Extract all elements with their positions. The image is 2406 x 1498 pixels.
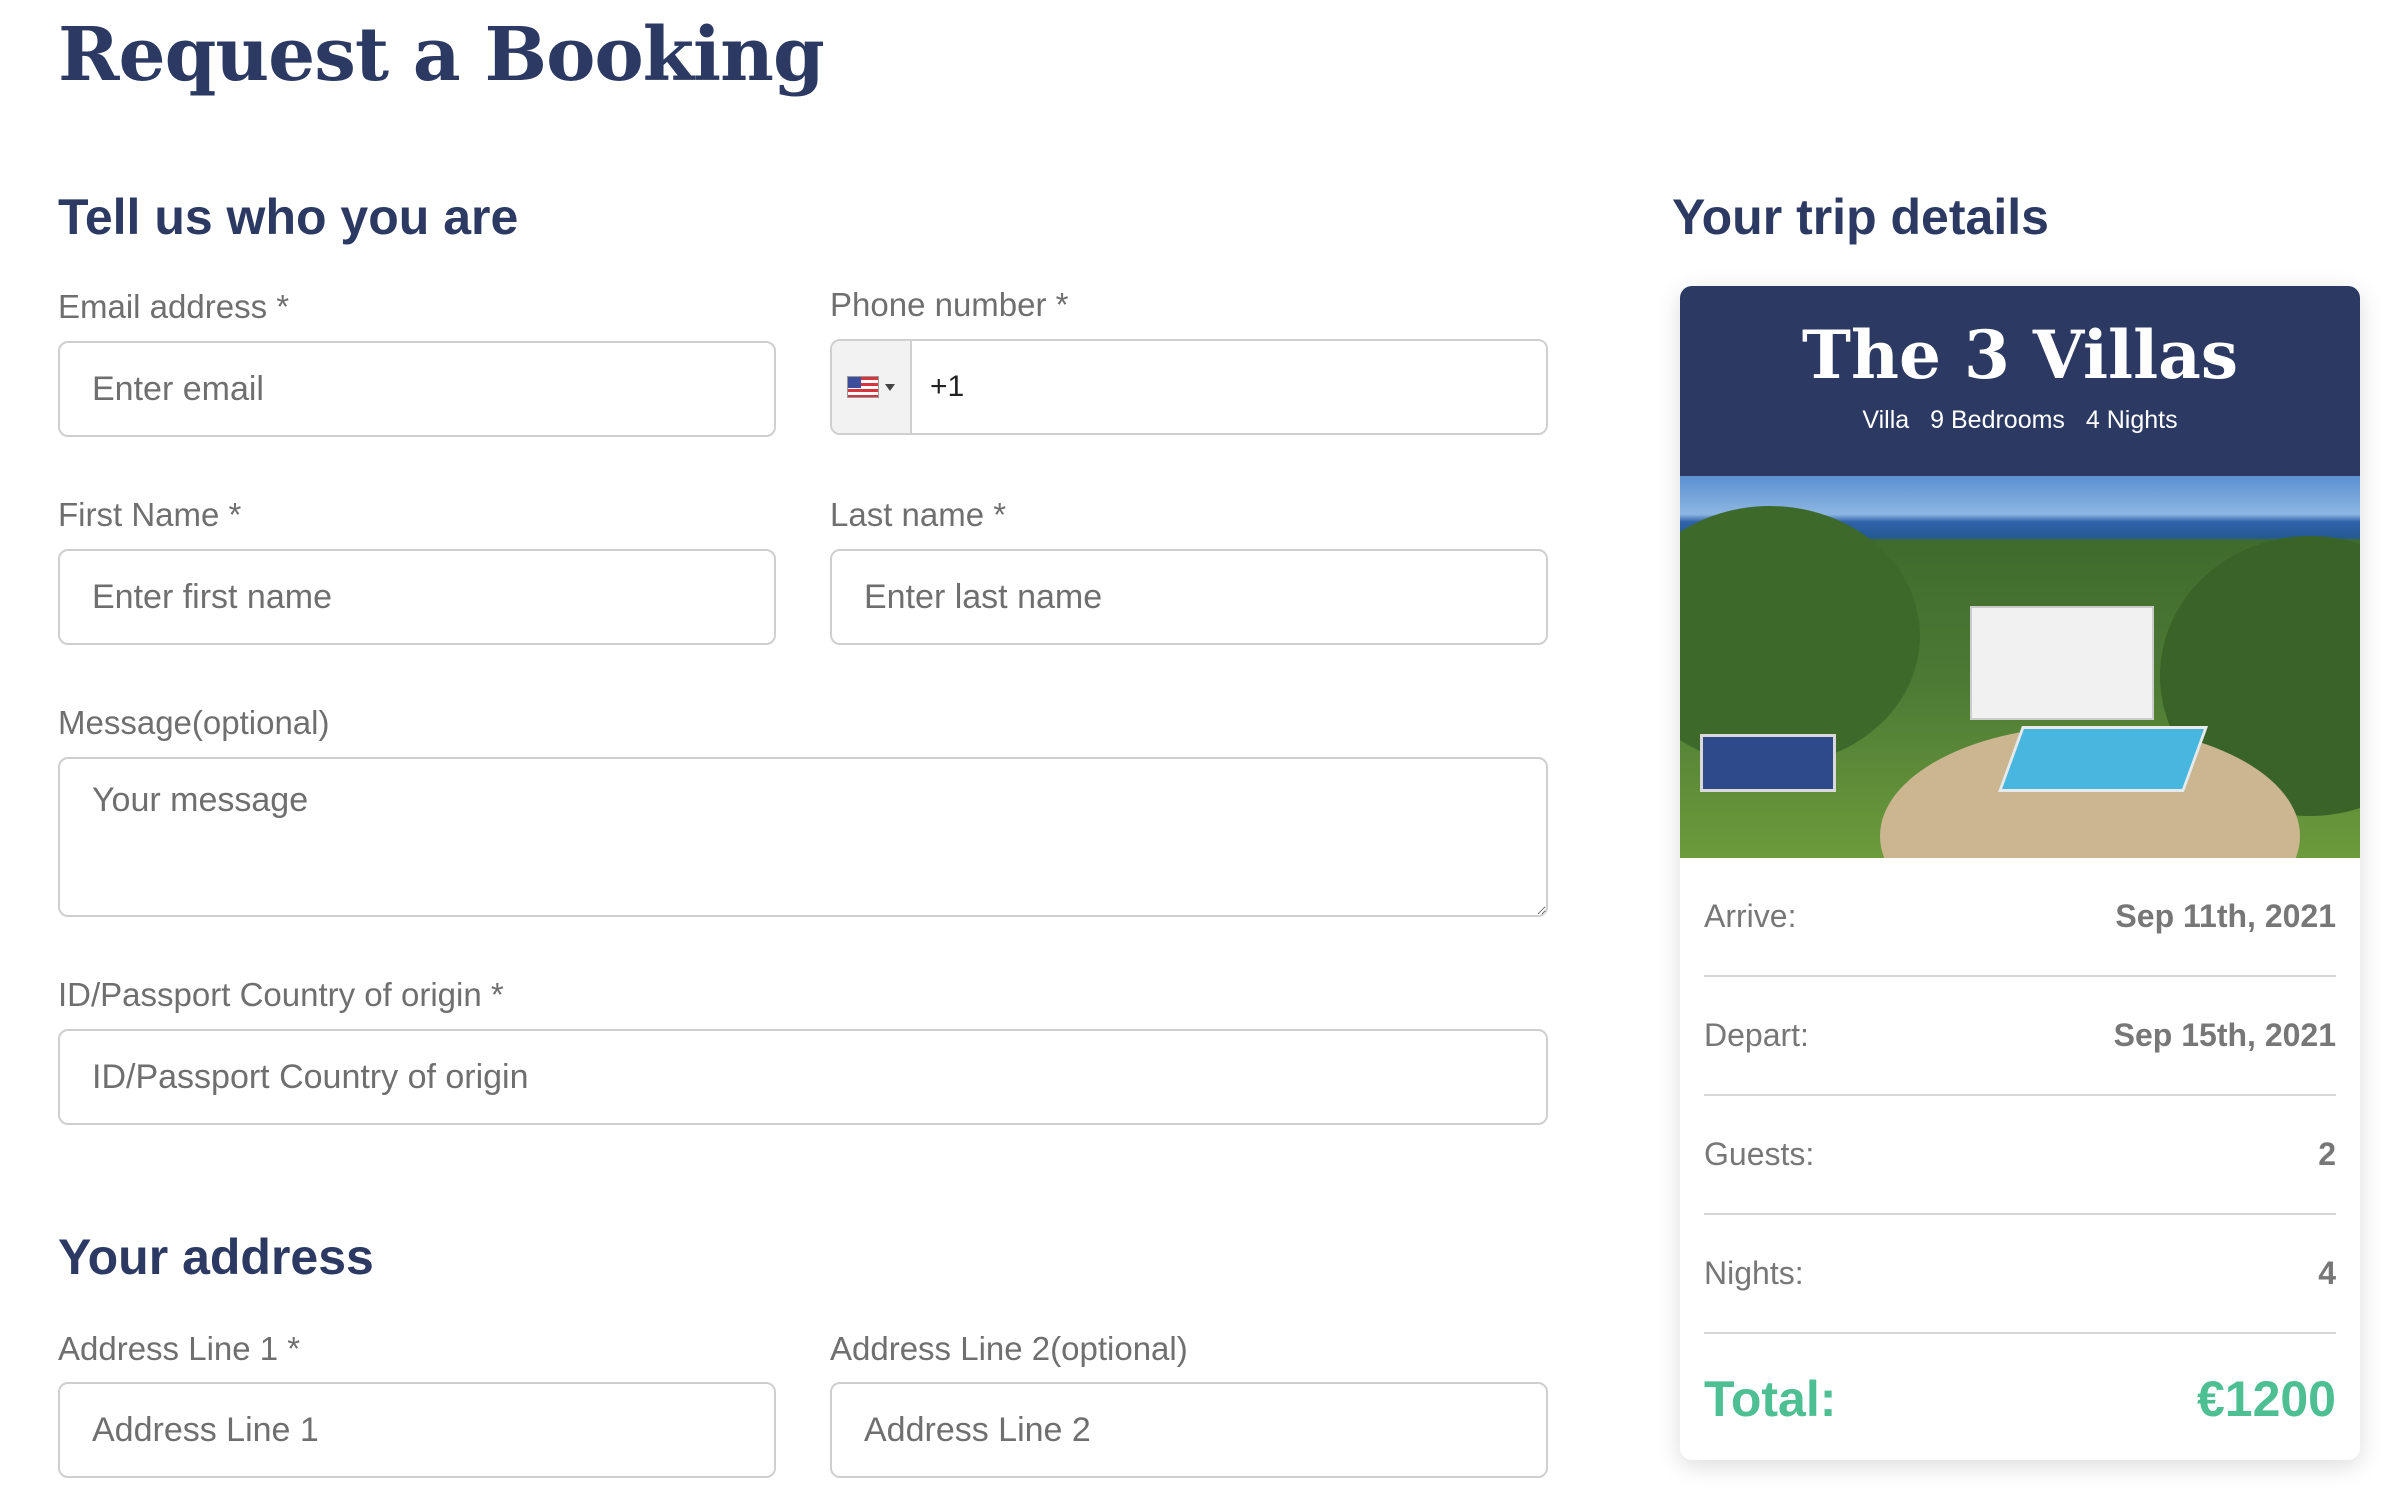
- passport-country-label: ID/Passport Country of origin *: [58, 976, 504, 1013]
- villa-sign: [1700, 734, 1836, 792]
- first-name-label: First Name *: [58, 496, 242, 533]
- villa-photo: [1680, 476, 2360, 858]
- email-input[interactable]: [58, 341, 776, 437]
- address-line1-input[interactable]: [58, 1382, 776, 1478]
- villa-building: [1970, 606, 2154, 720]
- country-code-dropdown[interactable]: [832, 341, 912, 433]
- depart-value: Sep 15th, 2021: [2113, 1017, 2336, 1053]
- pool: [1997, 726, 2209, 792]
- section-title-address: Your address: [58, 1229, 374, 1285]
- guests-label: Guests:: [1704, 1136, 1815, 1172]
- last-name-input[interactable]: [830, 549, 1548, 645]
- first-name-input[interactable]: [58, 549, 776, 645]
- phone-field: [830, 339, 1548, 435]
- trip-details-card: The 3 Villas Villa 9 Bedrooms 4 Nights A…: [1680, 286, 2360, 1460]
- guests-value: 2: [2318, 1136, 2336, 1172]
- trip-row-depart: Depart: Sep 15th, 2021: [1704, 977, 2336, 1096]
- trip-row-arrive: Arrive: Sep 11th, 2021: [1704, 858, 2336, 977]
- section-title-personal: Tell us who you are: [58, 189, 519, 245]
- phone-input[interactable]: [912, 341, 1546, 433]
- villa-bedrooms: 9 Bedrooms: [1930, 406, 2065, 434]
- villa-type: Villa: [1862, 406, 1910, 434]
- nights-value: 4: [2318, 1255, 2336, 1291]
- total-value: €1200: [2196, 1371, 2336, 1427]
- trip-card-header: The 3 Villas Villa 9 Bedrooms 4 Nights: [1680, 286, 2360, 476]
- villa-nights: 4 Nights: [2085, 406, 2178, 434]
- message-textarea[interactable]: [58, 757, 1548, 917]
- arrive-label: Arrive:: [1704, 898, 1797, 934]
- villa-name: The 3 Villas: [1801, 316, 2239, 394]
- villa-meta: Villa 9 Bedrooms 4 Nights: [1680, 406, 2360, 435]
- us-flag-icon: [847, 376, 879, 398]
- depart-label: Depart:: [1704, 1017, 1809, 1053]
- trip-total: Total: €1200: [1704, 1334, 2336, 1460]
- trip-row-guests: Guests: 2: [1704, 1096, 2336, 1215]
- address-line2-input[interactable]: [830, 1382, 1548, 1478]
- email-label: Email address *: [58, 288, 290, 325]
- total-label: Total:: [1704, 1371, 1837, 1427]
- chevron-down-icon: [885, 383, 895, 391]
- page-title: Request a Booking: [58, 12, 825, 98]
- section-title-trip: Your trip details: [1672, 189, 2049, 245]
- trip-row-nights: Nights: 4: [1704, 1215, 2336, 1334]
- phone-label: Phone number *: [830, 286, 1069, 323]
- address-line1-label: Address Line 1 *: [58, 1330, 301, 1367]
- message-label: Message(optional): [58, 704, 330, 741]
- arrive-value: Sep 11th, 2021: [2115, 898, 2336, 934]
- nights-label: Nights:: [1704, 1255, 1804, 1291]
- last-name-label: Last name *: [830, 496, 1007, 533]
- passport-country-input[interactable]: [58, 1029, 1548, 1125]
- trip-rows: Arrive: Sep 11th, 2021 Depart: Sep 15th,…: [1680, 858, 2360, 1460]
- address-line2-label: Address Line 2(optional): [830, 1330, 1188, 1367]
